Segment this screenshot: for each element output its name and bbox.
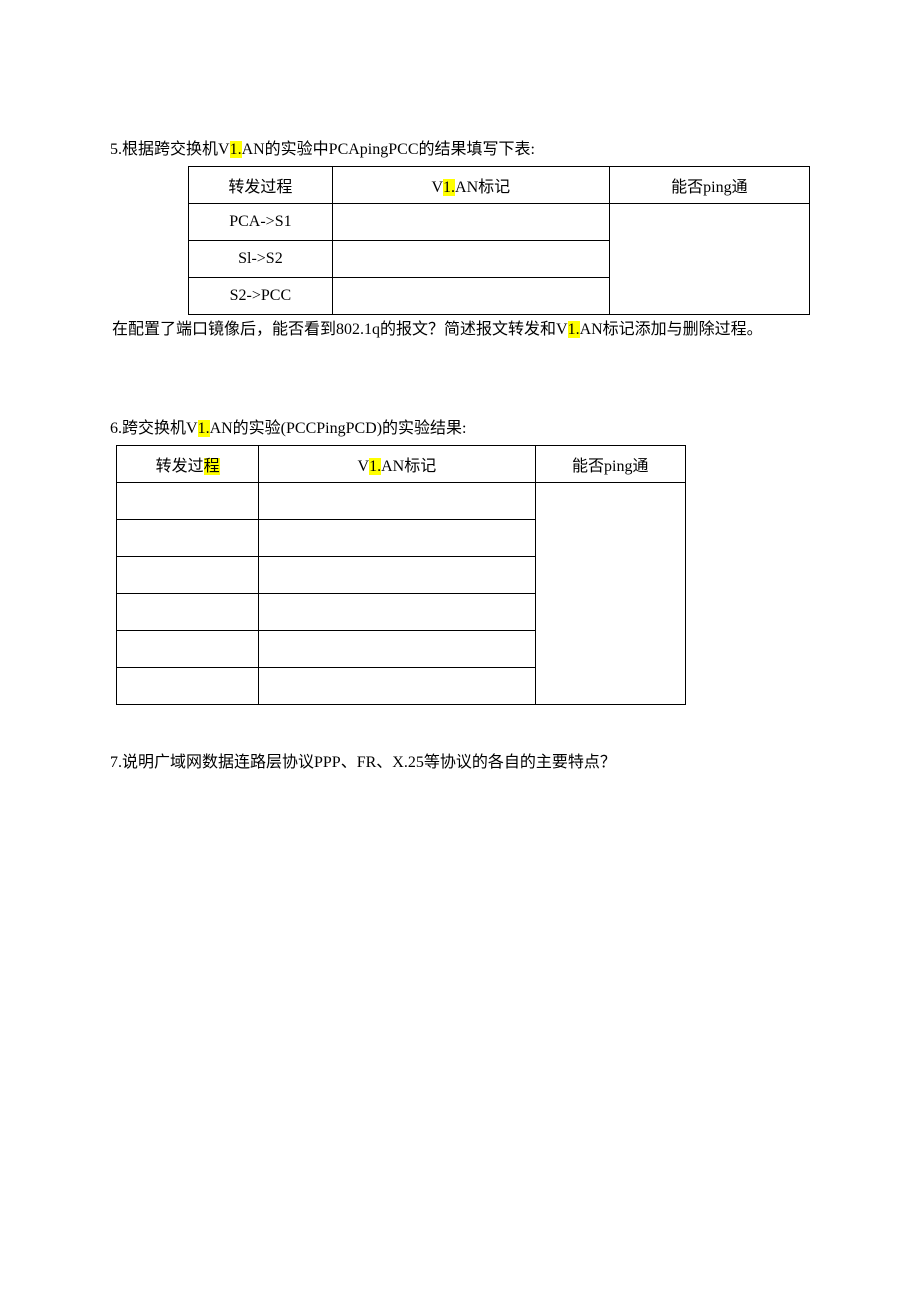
header-vlan-suffix: AN标记 <box>455 179 510 196</box>
cell-process: Sl->S2 <box>189 241 333 278</box>
q5-note-suffix: AN标记添加与删除过程。 <box>580 321 763 338</box>
cell-mark <box>332 204 609 241</box>
q6-text-prefix: 6.跨交换机V <box>110 420 198 437</box>
header-ping: 能否ping通 <box>535 445 686 482</box>
question-7-text: 7.说明广域网数据连路层协议PPP、FR、X.25等协议的各自的主要特点？ <box>110 751 810 775</box>
table-row: PCA->S1 <box>189 204 810 241</box>
table-header-row: 转发过程 V1.AN标记 能否ping通 <box>117 445 686 482</box>
spacer <box>110 707 810 751</box>
page-content: 5.根据跨交换机V1.AN的实验中PCApingPCC的结果填写下表: 转发过程… <box>0 0 920 775</box>
header-vlan-prefix: V <box>431 179 443 196</box>
cell-process: S2->PCC <box>189 278 333 315</box>
header-ping: 能否ping通 <box>609 167 809 204</box>
question-6-text: 6.跨交换机V1.AN的实验(PCCPingPCD)的实验结果: <box>110 417 810 441</box>
cell-mark <box>259 667 535 704</box>
cell-process <box>117 556 259 593</box>
q5-note-prefix: 在配置了端口镜像后，能否看到802.1q的报文？简述报文转发和V <box>112 321 568 338</box>
cell-mark <box>259 630 535 667</box>
q6-text-suffix: AN的实验(PCCPingPCD)的实验结果: <box>210 420 467 437</box>
header-process: 转发过程 <box>117 445 259 482</box>
cell-process <box>117 519 259 556</box>
cell-mark <box>332 278 609 315</box>
cell-mark <box>332 241 609 278</box>
header-vlan-mark: V1.AN标记 <box>259 445 535 482</box>
cell-process: PCA->S1 <box>189 204 333 241</box>
cell-ping <box>609 204 809 315</box>
header-vlan-highlight: 1. <box>443 179 455 196</box>
cell-process <box>117 482 259 519</box>
cell-mark <box>259 556 535 593</box>
header-vlan-highlight: 1. <box>369 458 381 475</box>
q6-text-highlight: 1. <box>198 420 210 437</box>
spacer <box>110 343 810 417</box>
header-vlan-mark: V1.AN标记 <box>332 167 609 204</box>
cell-mark <box>259 482 535 519</box>
q5-text-prefix: 5.根据跨交换机V <box>110 141 230 158</box>
cell-process <box>117 630 259 667</box>
q5-note-highlight: 1. <box>568 321 580 338</box>
header-vlan-prefix: V <box>358 458 370 475</box>
cell-process <box>117 593 259 630</box>
cell-mark <box>259 593 535 630</box>
header-process-prefix: 转发过 <box>156 458 204 475</box>
q5-text-highlight: 1. <box>230 141 242 158</box>
question-5-table: 转发过程 V1.AN标记 能否ping通 PCA->S1 Sl->S2 S2->… <box>188 166 810 315</box>
question-6-table: 转发过程 V1.AN标记 能否ping通 <box>116 445 686 705</box>
cell-ping <box>535 482 686 704</box>
table-header-row: 转发过程 V1.AN标记 能否ping通 <box>189 167 810 204</box>
cell-process <box>117 667 259 704</box>
q5-text-suffix: AN的实验中PCApingPCC的结果填写下表: <box>242 141 535 158</box>
cell-mark <box>259 519 535 556</box>
header-process-highlight: 程 <box>204 458 220 475</box>
header-vlan-suffix: AN标记 <box>381 458 436 475</box>
question-5-note: 在配置了端口镜像后，能否看到802.1q的报文？简述报文转发和V1.AN标记添加… <box>112 317 810 343</box>
header-process: 转发过程 <box>189 167 333 204</box>
question-5-text: 5.根据跨交换机V1.AN的实验中PCApingPCC的结果填写下表: <box>110 138 810 162</box>
table-row <box>117 482 686 519</box>
